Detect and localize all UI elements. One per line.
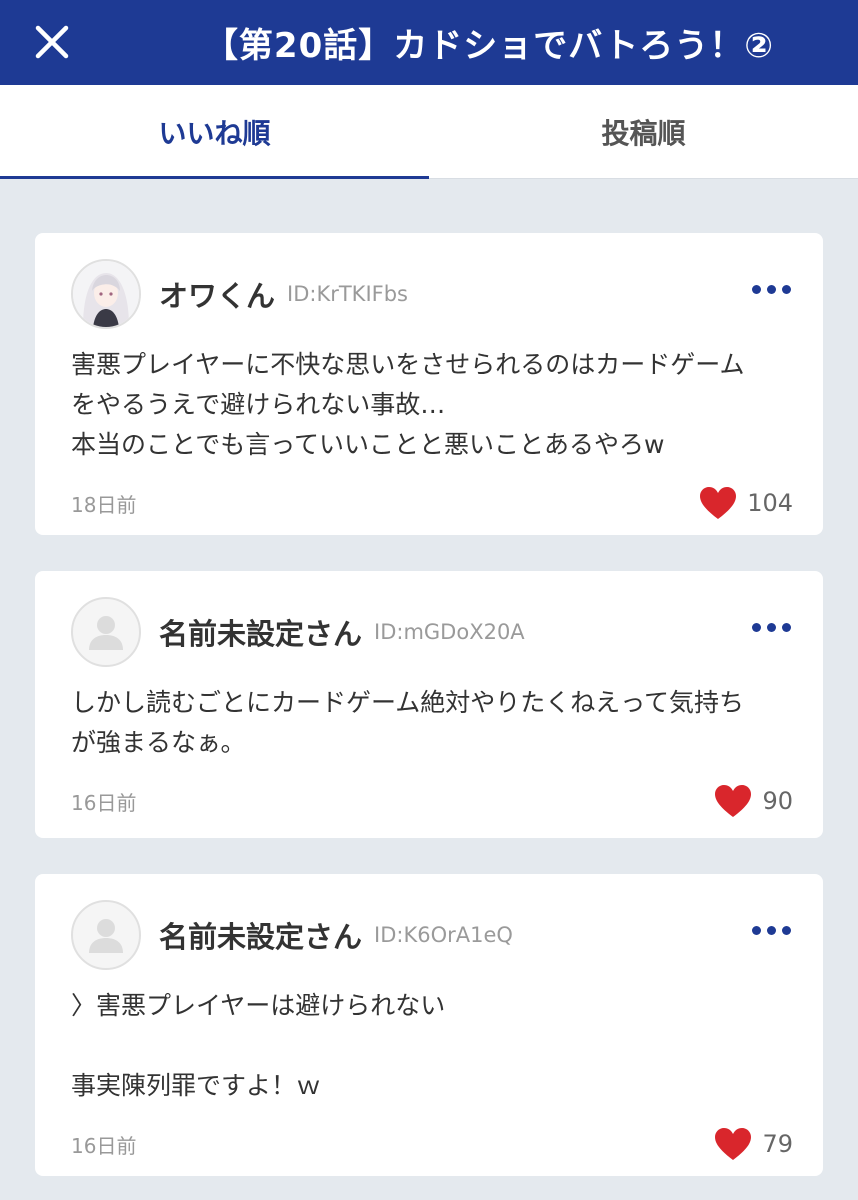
comment-list: オワくん ID:KrTKIFbs 害悪プレイヤーに不快な思いをさせられるのはカー… bbox=[35, 233, 823, 1200]
post-time: 16日前 bbox=[71, 790, 137, 815]
close-icon bbox=[35, 25, 69, 59]
comment-body: 害悪プレイヤーに不快な思いをさせられるのはカードゲーム をやるうえで避けられない… bbox=[71, 350, 745, 459]
dot-icon bbox=[752, 926, 761, 935]
anime-avatar-icon bbox=[73, 261, 139, 327]
user-id: ID:K6OrA1eQ bbox=[374, 923, 513, 947]
heart-icon bbox=[715, 785, 752, 817]
avatar[interactable] bbox=[71, 900, 141, 970]
dot-icon bbox=[782, 926, 791, 935]
heart-icon bbox=[715, 1128, 752, 1160]
dot-icon bbox=[752, 285, 761, 294]
like-count: 104 bbox=[747, 489, 793, 517]
dot-icon bbox=[782, 623, 791, 632]
username[interactable]: 名前未設定さん bbox=[159, 611, 362, 653]
dot-icon bbox=[752, 623, 761, 632]
sort-tabs: いいね順 投稿順 bbox=[0, 85, 858, 179]
like-button[interactable]: 79 bbox=[714, 1127, 793, 1161]
comment-card: 名前未設定さん ID:K6OrA1eQ 〉害悪プレイヤーは避けられない 事実陳列… bbox=[35, 874, 823, 1176]
more-options-button[interactable] bbox=[752, 623, 791, 632]
comment-body: 〉害悪プレイヤーは避けられない 事実陳列罪ですよ！ｗ bbox=[71, 991, 446, 1100]
comment-card: 名前未設定さん ID:mGDoX20A しかし読むごとにカードゲーム絶対やりたく… bbox=[35, 571, 823, 838]
tab-post-order[interactable]: 投稿順 bbox=[429, 85, 858, 178]
dot-icon bbox=[782, 285, 791, 294]
tab-likes-order[interactable]: いいね順 bbox=[0, 85, 429, 179]
dot-icon bbox=[767, 623, 776, 632]
like-button[interactable]: 90 bbox=[714, 784, 793, 818]
like-count: 79 bbox=[762, 1130, 793, 1158]
close-button[interactable] bbox=[26, 16, 78, 68]
username[interactable]: 名前未設定さん bbox=[159, 914, 362, 956]
comment-card: オワくん ID:KrTKIFbs 害悪プレイヤーに不快な思いをさせられるのはカー… bbox=[35, 233, 823, 535]
avatar[interactable] bbox=[71, 597, 141, 667]
like-count: 90 bbox=[762, 787, 793, 815]
default-user-icon bbox=[89, 616, 123, 650]
comment-body: しかし読むごとにカードゲーム絶対やりたくねえって気持ち が強まるなぁ。 bbox=[71, 688, 745, 757]
avatar[interactable] bbox=[71, 259, 141, 329]
more-options-button[interactable] bbox=[752, 926, 791, 935]
user-id: ID:KrTKIFbs bbox=[287, 282, 409, 306]
dot-icon bbox=[767, 926, 776, 935]
more-options-button[interactable] bbox=[752, 285, 791, 294]
user-id: ID:mGDoX20A bbox=[374, 620, 525, 644]
app-header: 【第20話】カドショでバトろう！② bbox=[0, 0, 858, 85]
heart-icon bbox=[700, 487, 737, 519]
default-user-icon bbox=[89, 919, 123, 953]
username[interactable]: オワくん bbox=[159, 273, 275, 315]
page-title: 【第20話】カドショでバトろう！② bbox=[203, 26, 775, 66]
dot-icon bbox=[767, 285, 776, 294]
post-time: 18日前 bbox=[71, 492, 137, 517]
post-time: 16日前 bbox=[71, 1133, 137, 1158]
like-button[interactable]: 104 bbox=[699, 486, 793, 520]
